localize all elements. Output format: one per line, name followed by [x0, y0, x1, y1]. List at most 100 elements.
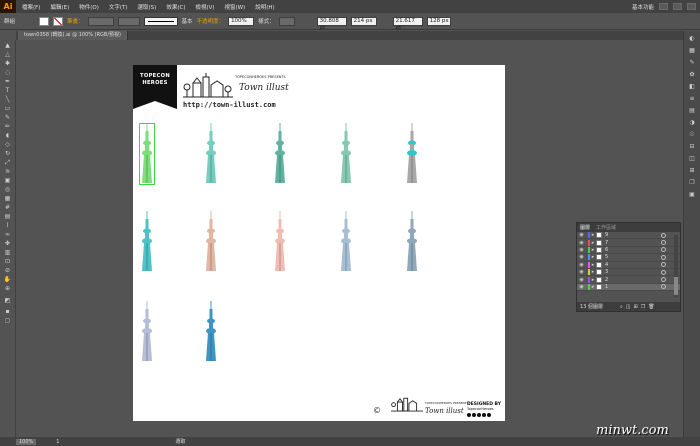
height-field[interactable]: 128 px: [426, 16, 451, 26]
new-sublayer-icon[interactable]: ⊞: [634, 304, 638, 310]
layer-name[interactable]: 6: [605, 247, 608, 253]
target-circle-icon[interactable]: [661, 284, 666, 290]
layer-name[interactable]: 2: [605, 277, 608, 283]
layers-panel-icon[interactable]: ❐: [687, 179, 697, 187]
paintbrush-tool-icon[interactable]: ✎: [3, 114, 12, 121]
transform-panel-icon[interactable]: ⊞: [687, 167, 697, 175]
zoom-tool-icon[interactable]: ⊕: [3, 285, 12, 292]
menu-item[interactable]: 效果(C): [166, 3, 185, 11]
transparency-panel-icon[interactable]: ◑: [687, 119, 697, 127]
color-panel-icon[interactable]: ◐: [687, 35, 697, 43]
zoom-level[interactable]: 100%: [16, 438, 37, 445]
layers-scrollbar[interactable]: [674, 235, 678, 297]
pathfinder-panel-icon[interactable]: ◫: [687, 155, 697, 163]
fill-swatch[interactable]: [39, 16, 50, 26]
layer-row[interactable]: ◉ ▸ 2: [577, 276, 680, 284]
minimize-button[interactable]: [659, 3, 668, 10]
opacity-label[interactable]: 不透明度：: [197, 17, 225, 25]
sky-tree-tower[interactable]: [272, 123, 288, 185]
visibility-eye-icon[interactable]: ◉: [577, 232, 586, 238]
mesh-tool-icon[interactable]: #: [3, 204, 12, 211]
layer-name[interactable]: 5: [605, 254, 608, 260]
new-layer-icon[interactable]: ❐: [641, 304, 645, 310]
stroke-label[interactable]: 筆畫：: [67, 17, 84, 25]
style-dropdown[interactable]: [278, 16, 295, 26]
align-panel-icon[interactable]: ⊟: [687, 143, 697, 151]
target-circle-icon[interactable]: [661, 247, 666, 253]
variable-width-field[interactable]: [117, 16, 140, 26]
graphic-styles-icon[interactable]: ◧: [687, 83, 697, 91]
target-circle-icon[interactable]: [661, 232, 666, 238]
stroke-panel-icon[interactable]: ≡: [687, 95, 697, 103]
opacity-field[interactable]: 100%: [228, 16, 255, 26]
menu-item[interactable]: 檔案(F): [22, 3, 40, 11]
target-circle-icon[interactable]: [661, 277, 666, 283]
artboards-panel-icon[interactable]: ▣: [687, 191, 697, 199]
sky-tree-tower[interactable]: [338, 211, 354, 273]
shape-builder-tool-icon[interactable]: ◎: [3, 186, 12, 193]
perspective-grid-tool-icon[interactable]: ▦: [3, 195, 12, 202]
sky-tree-tower[interactable]: [272, 211, 288, 273]
target-circle-icon[interactable]: [661, 254, 666, 260]
type-tool-icon[interactable]: T: [3, 87, 12, 94]
artboard-tool-icon[interactable]: ⊡: [3, 258, 12, 265]
rectangle-tool-icon[interactable]: ▭: [3, 105, 12, 112]
layer-row[interactable]: ◉ ▸ 4: [577, 261, 680, 269]
scale-tool-icon[interactable]: ⤢: [3, 159, 12, 166]
stroke-swatch[interactable]: [53, 16, 64, 26]
target-circle-icon[interactable]: [661, 269, 666, 275]
layer-name[interactable]: 1: [605, 284, 608, 290]
color-mode-icon[interactable]: ▪: [3, 308, 12, 315]
visibility-eye-icon[interactable]: ◉: [577, 269, 586, 275]
direct-selection-tool-icon[interactable]: △: [3, 51, 12, 58]
layer-name[interactable]: 7: [605, 240, 608, 246]
layer-row[interactable]: ◉ ▸ 7: [577, 239, 680, 247]
blend-tool-icon[interactable]: ∞: [3, 231, 12, 238]
symbols-panel-icon[interactable]: ✿: [687, 71, 697, 79]
gradient-tool-icon[interactable]: ▤: [3, 213, 12, 220]
swatches-panel-icon[interactable]: ▦: [687, 47, 697, 55]
sky-tree-tower[interactable]: [139, 211, 155, 273]
sky-tree-tower[interactable]: [404, 211, 420, 273]
x-field[interactable]: 30.808 pt: [316, 16, 347, 31]
layer-row[interactable]: ◉ ▸ 6: [577, 246, 680, 255]
blob-brush-tool-icon[interactable]: ◖: [3, 132, 12, 139]
sky-tree-tower[interactable]: [338, 123, 354, 185]
brushes-panel-icon[interactable]: ✎: [687, 59, 697, 67]
appearance-panel-icon[interactable]: ☉: [687, 131, 697, 139]
menu-item[interactable]: 選取(S): [138, 3, 157, 11]
lasso-tool-icon[interactable]: ◌: [3, 69, 12, 76]
eraser-tool-icon[interactable]: ◇: [3, 141, 12, 148]
artboard[interactable]: TOPECON HEROES TOPECONHEROES PRESENTS To…: [133, 65, 505, 421]
layers-scroll-thumb[interactable]: [674, 277, 678, 295]
layer-row[interactable]: ◉ ▸ 9: [577, 232, 680, 240]
maximize-button[interactable]: [673, 3, 682, 10]
pencil-tool-icon[interactable]: ✏: [3, 123, 12, 130]
sky-tree-tower[interactable]: [203, 211, 219, 273]
hand-tool-icon[interactable]: ✋: [3, 276, 12, 283]
layer-name[interactable]: 9: [605, 232, 608, 238]
sky-tree-tower[interactable]: [139, 123, 155, 185]
y-field[interactable]: 214 px: [350, 16, 377, 26]
stroke-style-preview[interactable]: [143, 16, 178, 26]
menu-item[interactable]: 說明(H): [255, 3, 274, 11]
menu-item[interactable]: 編輯(E): [50, 3, 69, 11]
slice-tool-icon[interactable]: ⊘: [3, 267, 12, 274]
stroke-weight-field[interactable]: [87, 16, 114, 26]
document-tab[interactable]: town0358 (轉換).ai @ 100% (RGB/預視): [18, 31, 128, 40]
screen-mode-icon[interactable]: ▢: [3, 317, 12, 324]
rotate-tool-icon[interactable]: ↻: [3, 150, 12, 157]
menu-item[interactable]: 物件(O): [79, 3, 99, 11]
fill-stroke-icon[interactable]: ◩: [3, 294, 12, 306]
free-transform-tool-icon[interactable]: ▣: [3, 177, 12, 184]
visibility-eye-icon[interactable]: ◉: [577, 284, 586, 290]
width-field[interactable]: 21.617 pt: [392, 16, 423, 31]
menu-item[interactable]: 檢視(V): [195, 3, 214, 11]
gradient-panel-icon[interactable]: ▤: [687, 107, 697, 115]
sky-tree-tower[interactable]: [203, 301, 219, 363]
target-circle-icon[interactable]: [661, 240, 666, 246]
layer-row[interactable]: ◉ ▸ 5: [577, 254, 680, 262]
layer-row[interactable]: ◉ ▸ 3: [577, 269, 680, 277]
target-circle-icon[interactable]: [661, 262, 666, 268]
artboards-tab[interactable]: 工作區域: [596, 224, 616, 231]
